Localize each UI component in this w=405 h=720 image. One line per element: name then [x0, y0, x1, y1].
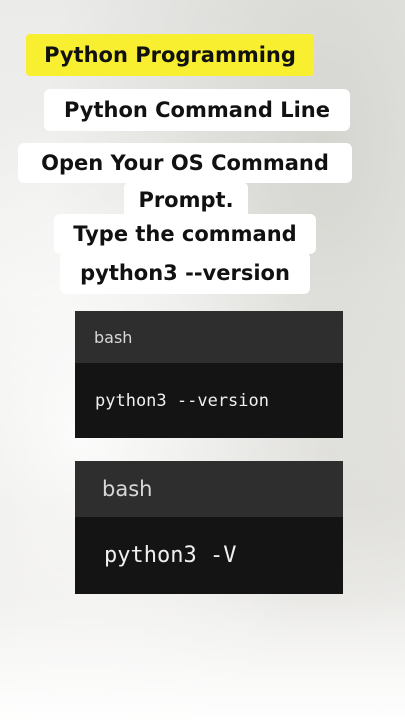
code-block-short-version: bash python3 -V [75, 461, 343, 594]
subtitle-banner: Python Command Line [44, 89, 350, 131]
title-banner: Python Programming [26, 34, 314, 76]
code-block-language-label: bash [75, 311, 343, 363]
instruction-line-3: Type the command [54, 214, 316, 254]
instruction-line-1: Open Your OS Command [18, 143, 352, 183]
code-block-language-label: bash [75, 461, 343, 517]
code-block-command[interactable]: python3 --version [75, 363, 343, 438]
code-block-command[interactable]: python3 -V [75, 517, 343, 594]
instruction-line-2: Prompt. [124, 182, 248, 218]
code-block-version: bash python3 --version [75, 311, 343, 438]
instruction-line-4: python3 --version [60, 252, 310, 294]
